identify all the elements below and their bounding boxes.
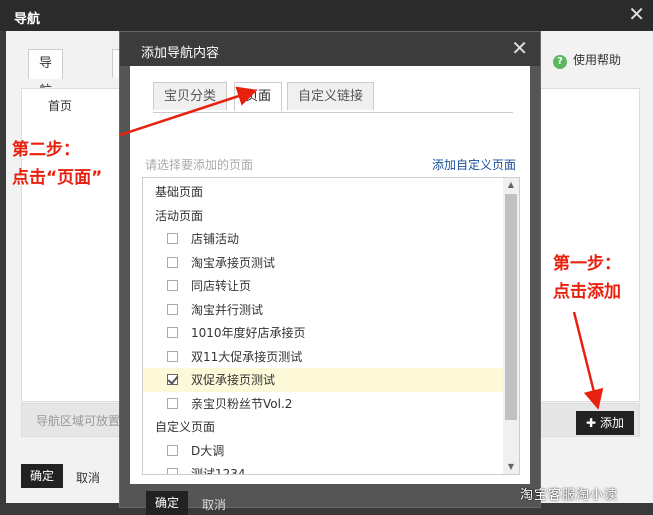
list-item-label: 测试1234 — [191, 467, 246, 475]
add-button-label: 添加 — [600, 416, 625, 430]
modal-confirm-button[interactable]: 确定 — [146, 491, 188, 515]
outer-cancel-button[interactable]: 取消 — [76, 469, 100, 486]
scroll-down-icon[interactable]: ▼ — [503, 460, 519, 474]
list-group-header: 基础页面 — [143, 180, 503, 204]
add-custom-page-link[interactable]: 添加自定义页面 — [432, 156, 516, 173]
watermark: 淘宝客服淘小读 — [520, 488, 619, 503]
page-checkbox[interactable] — [167, 374, 178, 385]
page-checkbox[interactable] — [167, 468, 178, 474]
help-label: 使用帮助 — [572, 53, 621, 67]
list-item[interactable]: 店铺活动 — [143, 227, 503, 251]
scroll-up-icon[interactable]: ▲ — [503, 178, 519, 192]
annotation-step1: 第一步： 点击添加 — [553, 250, 621, 306]
tab-item-category[interactable]: 宝贝分类 — [153, 82, 228, 110]
list-group-header: 活动页面 — [143, 204, 503, 228]
add-button[interactable]: ✚ 添加 — [576, 411, 634, 435]
modal-body: 宝贝分类 页面 自定义链接 请选择要添加的页面 添加自定义页面 基础页面活动页面… — [130, 66, 530, 484]
nav-footer-text: 导航区域可放置店 — [36, 414, 133, 428]
modal-titlebar: 添加导航内容 ✕ — [120, 32, 540, 66]
page-list-scrollbar[interactable]: ▲ ▼ — [503, 178, 519, 474]
list-item[interactable]: 同店转让页 — [143, 274, 503, 298]
annotation-step2-line1: 第二步： — [12, 140, 80, 160]
list-item-label: 双促承接页测试 — [191, 373, 276, 387]
outer-dialog-title: 导航 — [14, 12, 41, 27]
list-item[interactable]: D大调 — [143, 439, 503, 463]
nav-item-home[interactable]: 首页 — [48, 97, 72, 114]
list-item-label: 淘宝并行测试 — [191, 302, 264, 317]
page-checkbox[interactable] — [167, 280, 178, 291]
outer-close-icon[interactable]: ✕ — [628, 4, 645, 24]
list-item-label: D大调 — [191, 443, 225, 458]
annotation-step1-line2: 点击添加 — [553, 282, 621, 302]
list-item[interactable]: 亲宝贝粉丝节Vol.2 — [143, 392, 503, 416]
page-checkbox[interactable] — [167, 350, 178, 362]
plus-icon: ✚ — [585, 416, 597, 430]
select-page-hint: 请选择要添加的页面 — [145, 158, 254, 172]
scrollbar-thumb[interactable] — [505, 194, 517, 420]
list-item-label: 基础页面 — [155, 185, 204, 199]
list-item-label: 活动页面 — [155, 208, 204, 223]
modal-cancel-button[interactable]: 取消 — [202, 496, 226, 513]
page-checkbox[interactable] — [167, 397, 178, 409]
page-checkbox[interactable] — [167, 233, 178, 244]
list-item[interactable]: 1010年度好店承接页 — [143, 321, 503, 345]
list-item-label: 同店转让页 — [191, 279, 252, 293]
outer-confirm-button[interactable]: 确定 — [21, 464, 63, 488]
add-nav-modal: 添加导航内容 ✕ 宝贝分类 页面 自定义链接 请选择要添加的页面 添加自定义页面… — [120, 32, 540, 515]
page-list: 基础页面活动页面店铺活动淘宝承接页测试 同店转让页淘宝并行测试 1010年度好店承接… — [142, 177, 520, 475]
annotation-step2-line2: 点击“页面” — [12, 168, 103, 188]
list-item[interactable]: 测试1234 — [143, 462, 503, 475]
outer-dialog-titlebar: 导航 ✕ — [0, 0, 653, 31]
list-group-header: 自定义页面 — [143, 415, 503, 439]
help-icon: ? — [552, 55, 567, 69]
list-item-label: 淘宝承接页测试 — [191, 255, 276, 270]
list-item[interactable]: 淘宝承接页测试 — [143, 251, 503, 275]
page-checkbox[interactable] — [167, 327, 178, 338]
tab-pages[interactable]: 页面 — [234, 82, 283, 111]
list-item-label: 亲宝贝粉丝节Vol.2 — [191, 396, 293, 411]
modal-close-icon[interactable]: ✕ — [511, 38, 528, 58]
annotation-step1-line1: 第一步： — [553, 254, 621, 274]
list-item-label: 自定义页面 — [155, 420, 216, 434]
list-item-label: 1010年度好店承接页 — [191, 326, 306, 340]
page-checkbox[interactable] — [167, 256, 178, 268]
list-item-label: 双11大促承接页测试 — [191, 349, 303, 364]
tab-nav-settings[interactable]: 导航设置 — [28, 49, 64, 155]
modal-title: 添加导航内容 — [141, 46, 220, 61]
list-item[interactable]: 双11大促承接页测试 — [143, 345, 503, 369]
tab-custom-link[interactable]: 自定义链接 — [287, 82, 375, 110]
page-checkbox[interactable] — [167, 303, 178, 315]
list-item[interactable]: 双促承接页测试 — [143, 368, 503, 392]
page-checkbox[interactable] — [167, 444, 178, 456]
list-item[interactable]: 淘宝并行测试 — [143, 298, 503, 322]
modal-tabs: 宝贝分类 页面 自定义链接 — [153, 82, 513, 113]
annotation-step2: 第二步： 点击“页面” — [12, 136, 102, 192]
help-link[interactable]: ? 使用帮助 — [552, 51, 621, 69]
list-item-label: 店铺活动 — [191, 232, 240, 246]
